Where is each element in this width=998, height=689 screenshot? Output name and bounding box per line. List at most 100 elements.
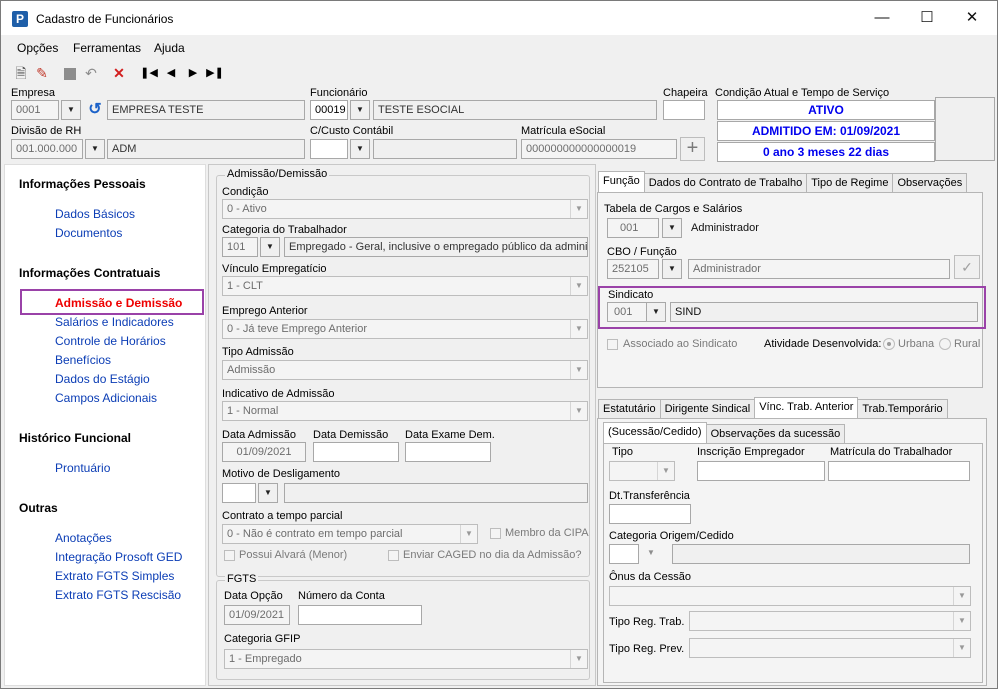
tipo-reg-prev-select[interactable]: ▼ bbox=[689, 638, 971, 658]
condicao-select[interactable]: 0 - Ativo ▼ bbox=[222, 199, 588, 219]
numero-conta-field[interactable] bbox=[298, 605, 422, 625]
sidebar-item-extrato-fgts-simples[interactable]: Extrato FGTS Simples bbox=[55, 569, 174, 583]
motivo-dropdown-button[interactable]: ▼ bbox=[258, 483, 278, 503]
sidebar-item-beneficios[interactable]: Benefícios bbox=[55, 353, 111, 367]
emprego-anterior-select[interactable]: 0 - Já teve Emprego Anterior ▼ bbox=[222, 319, 588, 339]
edit-icon[interactable]: ✎ bbox=[32, 63, 52, 83]
sidebar-item-integracao-ged[interactable]: Integração Prosoft GED bbox=[55, 550, 182, 564]
categoria-origem-desc-field bbox=[672, 544, 970, 564]
tab-observacoes[interactable]: Observações bbox=[892, 173, 968, 192]
prev-record-icon[interactable]: ◀ bbox=[161, 63, 181, 83]
sidebar-item-dados-estagio[interactable]: Dados do Estágio bbox=[55, 372, 150, 386]
sidebar-item-anotacoes[interactable]: Anotações bbox=[55, 531, 112, 545]
sidebar-item-admissao-demissao[interactable]: Admissão e Demissão bbox=[55, 296, 182, 310]
tab-funcao[interactable]: Função bbox=[598, 171, 645, 192]
data-demissao-field[interactable] bbox=[313, 442, 399, 462]
data-admissao-field[interactable]: 01/09/2021 bbox=[222, 442, 306, 462]
sidebar-item-extrato-fgts-rescisao[interactable]: Extrato FGTS Rescisão bbox=[55, 588, 181, 602]
motivo-code-field[interactable] bbox=[222, 483, 256, 503]
last-record-icon[interactable]: ▶❚ bbox=[205, 63, 225, 83]
categoria-origem-label: Categoria Origem/Cedido bbox=[609, 530, 734, 542]
ccusto-code-field[interactable] bbox=[310, 139, 348, 159]
vinculo-select[interactable]: 1 - CLT ▼ bbox=[222, 276, 588, 296]
categoria-dropdown-button[interactable]: ▼ bbox=[260, 237, 280, 257]
cbo-desc-field: Administrador bbox=[688, 259, 950, 279]
categoria-gfip-select[interactable]: 1 - Empregado ▼ bbox=[224, 649, 588, 669]
tipo-admissao-value: Admissão bbox=[227, 364, 276, 376]
undo-icon[interactable]: ↶ bbox=[81, 63, 101, 83]
urbana-radio[interactable] bbox=[883, 338, 895, 350]
tipo-select[interactable]: ▼ bbox=[609, 461, 675, 481]
menu-ajuda[interactable]: Ajuda bbox=[154, 41, 185, 55]
sidebar-item-dados-basicos[interactable]: Dados Básicos bbox=[55, 207, 135, 221]
funcionario-dropdown-button[interactable]: ▼ bbox=[350, 100, 370, 120]
employee-photo[interactable] bbox=[935, 97, 995, 161]
empresa-code-field[interactable]: 0001 bbox=[11, 100, 59, 120]
new-doc-icon[interactable]: 🗎 bbox=[11, 63, 31, 83]
tabela-desc-field: Administrador bbox=[686, 218, 978, 238]
subtab-sucessao-cedido[interactable]: (Sucessão/Cedido) bbox=[603, 422, 707, 443]
indicativo-admissao-select[interactable]: 1 - Normal ▼ bbox=[222, 401, 588, 421]
ccusto-dropdown-button[interactable]: ▼ bbox=[350, 139, 370, 159]
categoria-origem-dropdown-button[interactable]: ▼ bbox=[641, 544, 661, 564]
menu-opcoes[interactable]: Opções bbox=[17, 41, 58, 55]
tipo-reg-trab-select[interactable]: ▼ bbox=[689, 611, 971, 631]
maximize-button[interactable]: ☐ bbox=[904, 1, 950, 35]
sidebar-item-documentos[interactable]: Documentos bbox=[55, 226, 122, 240]
emprego-anterior-label: Emprego Anterior bbox=[222, 305, 308, 317]
onus-cessao-select[interactable]: ▼ bbox=[609, 586, 971, 606]
sidebar-item-campos-adicionais[interactable]: Campos Adicionais bbox=[55, 391, 157, 405]
minimize-button[interactable]: — bbox=[859, 1, 905, 35]
tab-vinc-trab-anterior[interactable]: Vínc. Trab. Anterior bbox=[754, 397, 859, 418]
save-icon[interactable] bbox=[60, 63, 80, 83]
cbo-dropdown-button[interactable]: ▼ bbox=[662, 259, 682, 279]
divisao-code-field[interactable]: 001.000.000 bbox=[11, 139, 83, 159]
enviar-caged-checkbox[interactable] bbox=[388, 550, 399, 561]
sindicato-dropdown-button[interactable]: ▼ bbox=[646, 302, 666, 322]
check-icon[interactable]: ✓ bbox=[954, 255, 980, 279]
data-opcao-field[interactable]: 01/09/2021 bbox=[224, 605, 290, 625]
categoria-origem-code-field[interactable] bbox=[609, 544, 639, 564]
delete-icon[interactable]: ✕ bbox=[109, 63, 129, 83]
chapeira-field[interactable] bbox=[663, 100, 705, 120]
inscricao-empregador-field[interactable] bbox=[697, 461, 825, 481]
data-demissao-label: Data Demissão bbox=[313, 429, 389, 441]
subtab-observacoes-sucessao[interactable]: Observações da sucessão bbox=[705, 424, 846, 443]
matricula-trabalhador-field[interactable] bbox=[828, 461, 970, 481]
funcionario-name-field: TESTE ESOCIAL bbox=[373, 100, 657, 120]
tabela-dropdown-button[interactable]: ▼ bbox=[662, 218, 682, 238]
tab-dirigente-sindical[interactable]: Dirigente Sindical bbox=[659, 399, 756, 418]
sidebar-item-salarios[interactable]: Salários e Indicadores bbox=[55, 315, 174, 329]
dt-transferencia-label: Dt.Transferência bbox=[609, 490, 690, 502]
data-exame-dem-field[interactable] bbox=[405, 442, 491, 462]
tab-tipo-regime[interactable]: Tipo de Regime bbox=[806, 173, 894, 192]
alvara-checkbox[interactable] bbox=[224, 550, 235, 561]
menu-ferramentas[interactable]: Ferramentas bbox=[73, 41, 141, 55]
dt-transferencia-field[interactable] bbox=[609, 504, 691, 524]
tab-trab-temporario[interactable]: Trab.Temporário bbox=[857, 399, 948, 418]
close-button[interactable]: ✕ bbox=[949, 1, 995, 35]
membro-cipa-checkbox[interactable] bbox=[490, 528, 501, 539]
tipo-reg-prev-label: Tipo Reg. Prev. bbox=[609, 643, 685, 655]
categoria-code-field[interactable]: 101 bbox=[222, 237, 258, 257]
sidebar-item-controle-horarios[interactable]: Controle de Horários bbox=[55, 334, 166, 348]
swap-icon[interactable]: ↺ bbox=[85, 101, 105, 119]
next-record-icon[interactable]: ▶ bbox=[183, 63, 203, 83]
tipo-admissao-select[interactable]: Admissão ▼ bbox=[222, 360, 588, 380]
tab-dados-contrato[interactable]: Dados do Contrato de Trabalho bbox=[643, 173, 808, 192]
divisao-dropdown-button[interactable]: ▼ bbox=[85, 139, 105, 159]
sidebar-item-prontuario[interactable]: Prontuário bbox=[55, 461, 110, 475]
rural-radio[interactable] bbox=[939, 338, 951, 350]
cbo-code-field[interactable]: 252105 bbox=[607, 259, 659, 279]
add-matricula-button[interactable]: + bbox=[680, 137, 705, 161]
first-record-icon[interactable]: ❚◀ bbox=[139, 63, 159, 83]
contrato-parcial-select[interactable]: 0 - Não é contrato em tempo parcial ▼ bbox=[222, 524, 478, 544]
condicao-label: Condição bbox=[222, 186, 269, 198]
tabela-code-field[interactable]: 001 bbox=[607, 218, 659, 238]
associado-sindicato-checkbox[interactable] bbox=[607, 339, 618, 350]
tab-estatutario[interactable]: Estatutário bbox=[598, 399, 661, 418]
funcionario-code-field[interactable]: 00019 bbox=[310, 100, 348, 120]
empresa-dropdown-button[interactable]: ▼ bbox=[61, 100, 81, 120]
sindicato-label: Sindicato bbox=[608, 289, 654, 301]
sindicato-code-field[interactable]: 001 bbox=[607, 302, 647, 322]
